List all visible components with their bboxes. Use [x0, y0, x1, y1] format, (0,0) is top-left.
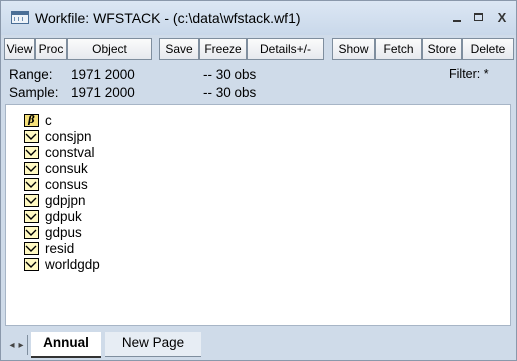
object-name: consjpn — [45, 129, 92, 144]
series-icon — [24, 130, 39, 143]
view-button[interactable]: View — [4, 38, 35, 60]
list-item-consuk[interactable]: consuk — [24, 161, 224, 177]
object-list[interactable]: β c consjpn constval consuk consus gdpjp… — [5, 104, 511, 326]
object-name: worldgdp — [45, 257, 100, 272]
maximize-icon — [474, 13, 483, 21]
freeze-button[interactable]: Freeze — [199, 38, 247, 60]
tab-new-page[interactable]: New Page — [105, 332, 201, 357]
tab-annual[interactable]: Annual — [31, 332, 101, 358]
object-button[interactable]: Object — [67, 38, 152, 60]
list-item-consjpn[interactable]: consjpn — [24, 129, 224, 145]
object-name: gdpuk — [45, 209, 82, 224]
series-icon — [24, 226, 39, 239]
range-value[interactable]: 1971 2000 — [71, 67, 135, 82]
list-item-gdpus[interactable]: gdpus — [24, 225, 224, 241]
object-name: constval — [45, 145, 95, 160]
save-button[interactable]: Save — [159, 38, 199, 60]
sample-label[interactable]: Sample: — [9, 85, 59, 100]
details-button[interactable]: Details+/- — [247, 38, 324, 60]
store-button[interactable]: Store — [422, 38, 462, 60]
sample-value[interactable]: 1971 2000 — [71, 85, 135, 100]
window-title: Workfile: WFSTACK - (c:\data\wfstack.wf1… — [35, 10, 301, 26]
workfile-icon — [11, 11, 29, 24]
object-name: resid — [45, 241, 75, 256]
minimize-button[interactable] — [448, 9, 466, 27]
list-item-gdpjpn[interactable]: gdpjpn — [24, 193, 224, 209]
list-item-worldgdp[interactable]: worldgdp — [24, 257, 224, 273]
list-item-resid[interactable]: resid — [24, 241, 224, 257]
coefficient-vector-icon: β — [24, 114, 39, 127]
object-name: gdpjpn — [45, 193, 86, 208]
delete-button[interactable]: Delete — [462, 38, 514, 60]
series-icon — [24, 210, 39, 223]
list-item-c[interactable]: β c — [24, 113, 224, 129]
object-name: gdpus — [45, 225, 82, 240]
close-icon: X — [497, 10, 507, 25]
series-icon — [24, 258, 39, 271]
minimize-icon — [453, 20, 461, 22]
tab-separator — [27, 335, 28, 355]
page-tab-bar: ◂ ▸ Annual New Page — [1, 332, 516, 360]
series-icon — [24, 162, 39, 175]
object-name: consuk — [45, 161, 88, 176]
show-button[interactable]: Show — [332, 38, 375, 60]
workfile-window: Workfile: WFSTACK - (c:\data\wfstack.wf1… — [0, 0, 517, 361]
series-icon — [24, 178, 39, 191]
series-icon — [24, 242, 39, 255]
range-label[interactable]: Range: — [9, 67, 53, 82]
list-item-constval[interactable]: constval — [24, 145, 224, 161]
close-button[interactable]: X — [493, 9, 511, 27]
list-item-consus[interactable]: consus — [24, 177, 224, 193]
title-bar[interactable]: Workfile: WFSTACK - (c:\data\wfstack.wf1… — [1, 1, 516, 35]
object-name: c — [45, 113, 52, 128]
tab-scroll-right-icon[interactable]: ▸ — [16, 340, 26, 352]
list-item-gdpuk[interactable]: gdpuk — [24, 209, 224, 225]
filter-label[interactable]: Filter: * — [449, 67, 489, 81]
series-icon — [24, 146, 39, 159]
range-obs: -- 30 obs — [203, 67, 257, 82]
toolbar: View Proc Object Save Freeze Details+/- … — [4, 38, 516, 60]
proc-button[interactable]: Proc — [35, 38, 67, 60]
sample-obs: -- 30 obs — [203, 85, 257, 100]
series-icon — [24, 194, 39, 207]
object-name: consus — [45, 177, 88, 192]
maximize-button[interactable] — [470, 9, 488, 27]
fetch-button[interactable]: Fetch — [375, 38, 422, 60]
